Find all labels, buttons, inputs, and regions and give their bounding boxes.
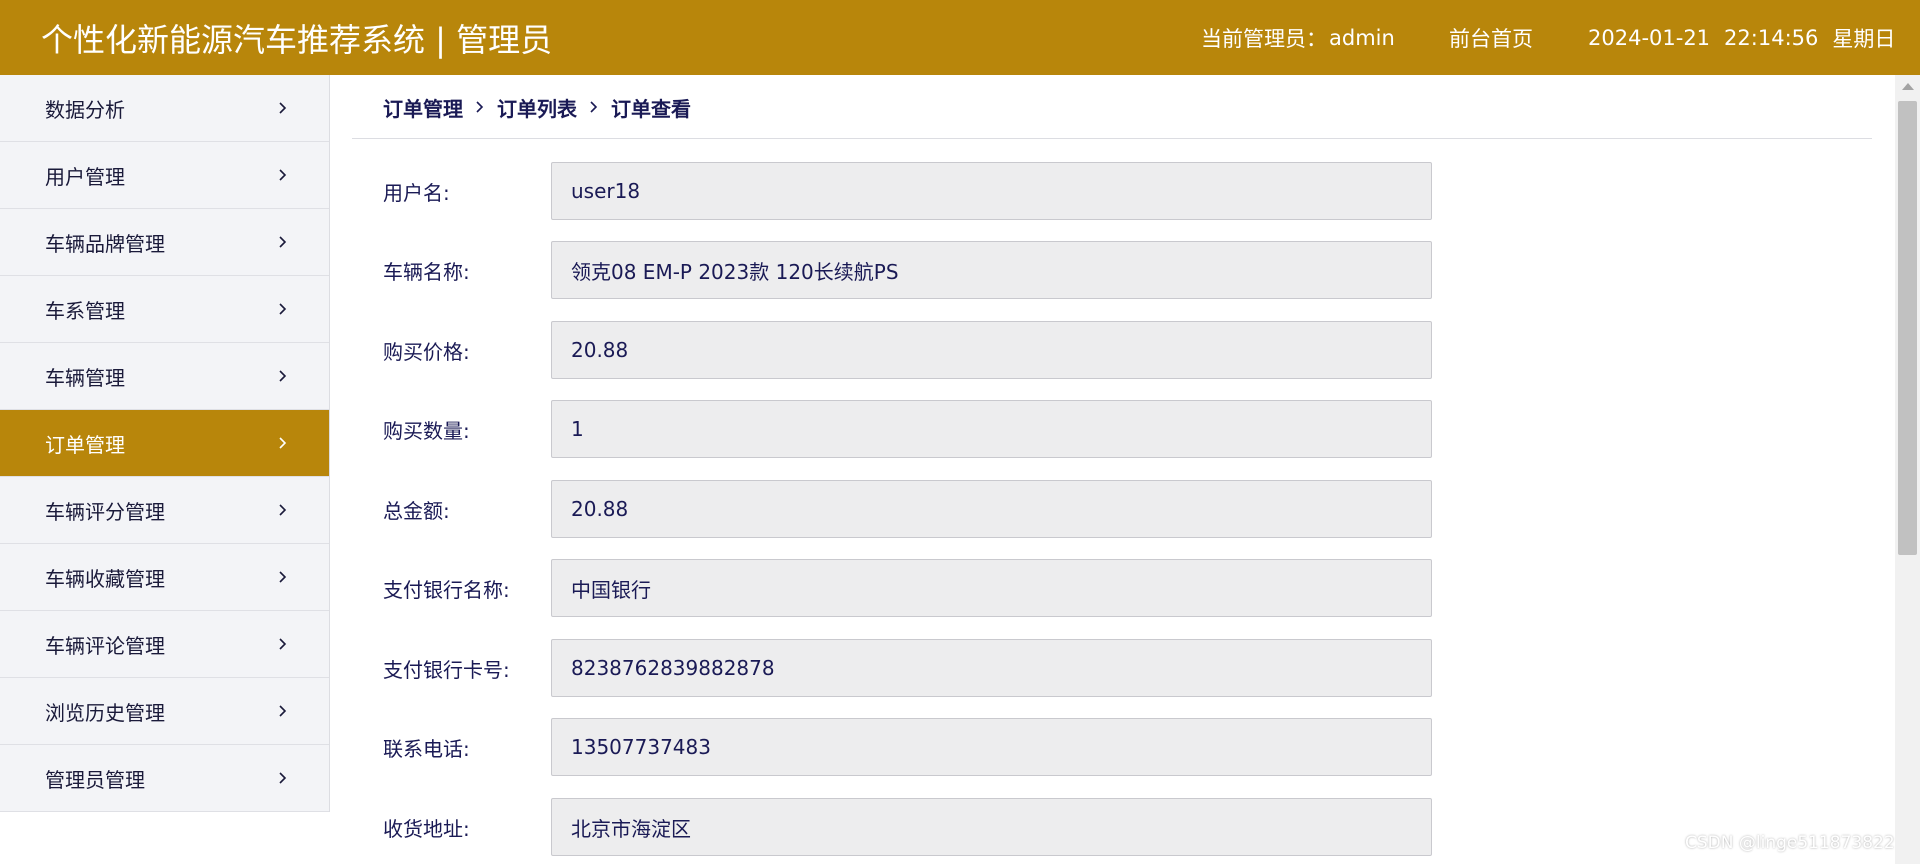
form-row-phone: 联系电话: 13507737483 bbox=[383, 718, 1583, 776]
sidebar-nav: 数据分析 用户管理 车辆品牌管理 车系管理 车辆管理 订单管理 车辆评分管理 车… bbox=[0, 75, 330, 812]
field-label: 支付银行名称: bbox=[383, 577, 510, 602]
datetime-display: 2024-01-21 22:14:56 星期日 bbox=[1588, 0, 1895, 75]
field-label: 收货地址: bbox=[383, 816, 470, 841]
sidebar-item-label: 车辆收藏管理 bbox=[45, 566, 165, 591]
sidebar-item-label: 浏览历史管理 bbox=[45, 700, 165, 725]
bank-card-number-field[interactable]: 8238762839882878 bbox=[551, 639, 1432, 697]
purchase-price-field[interactable]: 20.88 bbox=[551, 321, 1432, 379]
sidebar-item-comment-management[interactable]: 车辆评论管理 bbox=[0, 611, 329, 678]
watermark: CSDN @linge511873822 bbox=[1685, 833, 1895, 853]
sidebar-item-label: 车辆评分管理 bbox=[45, 499, 165, 524]
form-row-vehicle-name: 车辆名称: 领克08 EM-P 2023款 120长续航PS bbox=[383, 241, 1583, 299]
form-row-total: 总金额: 20.88 bbox=[383, 480, 1583, 538]
shipping-address-field[interactable]: 北京市海淀区 bbox=[551, 798, 1432, 856]
field-label: 购买价格: bbox=[383, 339, 470, 364]
chevron-right-icon bbox=[589, 101, 599, 113]
chevron-right-icon bbox=[279, 705, 287, 717]
sidebar-item-rating-management[interactable]: 车辆评分管理 bbox=[0, 477, 329, 544]
sidebar-item-label: 车辆管理 bbox=[45, 365, 125, 390]
sidebar-item-history-management[interactable]: 浏览历史管理 bbox=[0, 678, 329, 745]
sidebar-item-label: 车辆品牌管理 bbox=[45, 231, 165, 256]
field-label: 购买数量: bbox=[383, 418, 470, 443]
sidebar-item-data-analysis[interactable]: 数据分析 bbox=[0, 75, 329, 142]
form-row-price: 购买价格: 20.88 bbox=[383, 321, 1583, 379]
purchase-quantity-field[interactable]: 1 bbox=[551, 400, 1432, 458]
field-label: 用户名: bbox=[383, 180, 450, 205]
breadcrumb: 订单管理 订单列表 订单查看 bbox=[383, 75, 691, 139]
scrollbar-thumb[interactable] bbox=[1898, 101, 1917, 555]
admin-info: 当前管理员： admin bbox=[1201, 0, 1395, 75]
chevron-right-icon bbox=[279, 236, 287, 248]
chevron-right-icon bbox=[279, 102, 287, 114]
chevron-right-icon bbox=[279, 571, 287, 583]
vehicle-name-field[interactable]: 领克08 EM-P 2023款 120长续航PS bbox=[551, 241, 1432, 299]
breadcrumb-divider bbox=[352, 138, 1872, 139]
form-row-username: 用户名: user18 bbox=[383, 162, 1583, 220]
current-time: 22:14:56 bbox=[1724, 25, 1819, 50]
top-header: 个性化新能源汽车推荐系统 | 管理员 当前管理员： admin 前台首页 202… bbox=[0, 0, 1920, 75]
sidebar-item-user-management[interactable]: 用户管理 bbox=[0, 142, 329, 209]
current-weekday: 星期日 bbox=[1832, 26, 1896, 51]
main-content: 订单管理 订单列表 订单查看 用户名: user18 车辆名称: 领克08 EM… bbox=[352, 75, 1872, 864]
scroll-up-arrow-icon[interactable] bbox=[1902, 83, 1914, 90]
sidebar-item-favorites-management[interactable]: 车辆收藏管理 bbox=[0, 544, 329, 611]
username-field[interactable]: user18 bbox=[551, 162, 1432, 220]
phone-field[interactable]: 13507737483 bbox=[551, 718, 1432, 776]
admin-label: 当前管理员： bbox=[1201, 26, 1327, 51]
total-amount-field[interactable]: 20.88 bbox=[551, 480, 1432, 538]
breadcrumb-order-management[interactable]: 订单管理 bbox=[383, 93, 463, 122]
app-title: 个性化新能源汽车推荐系统 | 管理员 bbox=[41, 20, 553, 59]
form-row-address: 收货地址: 北京市海淀区 bbox=[383, 798, 1583, 856]
sidebar-item-brand-management[interactable]: 车辆品牌管理 bbox=[0, 209, 329, 276]
admin-name: admin bbox=[1329, 25, 1395, 50]
chevron-right-icon bbox=[279, 370, 287, 382]
chevron-right-icon bbox=[475, 101, 485, 113]
chevron-right-icon bbox=[279, 772, 287, 784]
breadcrumb-order-view: 订单查看 bbox=[611, 96, 691, 121]
sidebar-item-vehicle-management[interactable]: 车辆管理 bbox=[0, 343, 329, 410]
sidebar-item-series-management[interactable]: 车系管理 bbox=[0, 276, 329, 343]
field-label: 车辆名称: bbox=[383, 259, 470, 284]
sidebar-item-label: 车辆评论管理 bbox=[45, 633, 165, 658]
sidebar-item-order-management[interactable]: 订单管理 bbox=[0, 410, 329, 477]
sidebar-item-label: 车系管理 bbox=[45, 298, 125, 323]
chevron-right-icon bbox=[279, 169, 287, 181]
form-row-bank-name: 支付银行名称: 中国银行 bbox=[383, 559, 1583, 617]
current-date: 2024-01-21 bbox=[1588, 25, 1711, 50]
sidebar-item-label: 数据分析 bbox=[45, 97, 125, 122]
field-label: 总金额: bbox=[383, 498, 450, 523]
sidebar-item-label: 用户管理 bbox=[45, 164, 125, 189]
form-row-quantity: 购买数量: 1 bbox=[383, 400, 1583, 458]
frontend-home-link[interactable]: 前台首页 bbox=[1449, 0, 1533, 75]
field-label: 联系电话: bbox=[383, 736, 470, 761]
sidebar-item-label: 管理员管理 bbox=[45, 767, 145, 792]
sidebar-item-label: 订单管理 bbox=[45, 432, 125, 457]
chevron-right-icon bbox=[279, 303, 287, 315]
chevron-right-icon bbox=[279, 504, 287, 516]
sidebar-item-admin-management[interactable]: 管理员管理 bbox=[0, 745, 329, 812]
vertical-scrollbar[interactable] bbox=[1895, 75, 1920, 864]
chevron-right-icon bbox=[279, 437, 287, 449]
chevron-right-icon bbox=[279, 638, 287, 650]
form-row-card-number: 支付银行卡号: 8238762839882878 bbox=[383, 639, 1583, 697]
bank-name-field[interactable]: 中国银行 bbox=[551, 559, 1432, 617]
field-label: 支付银行卡号: bbox=[383, 657, 510, 682]
breadcrumb-order-list[interactable]: 订单列表 bbox=[497, 93, 577, 122]
